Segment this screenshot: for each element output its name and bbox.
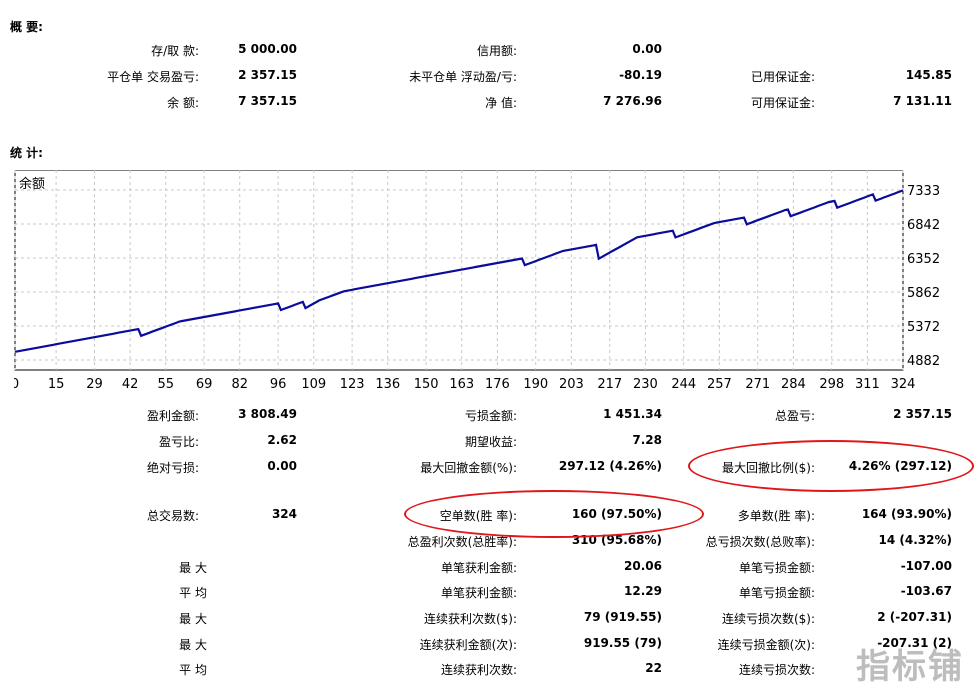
x-tick-label: 163: [449, 377, 474, 392]
x-tick-label: 109: [301, 377, 326, 392]
summary-value: 0.00: [632, 42, 662, 56]
chart-title: 余额: [19, 176, 45, 192]
stats-label: 单笔获利金额:: [440, 586, 517, 600]
stats-label: 绝对亏损:: [146, 461, 199, 475]
stats-label: 总交易数:: [146, 509, 199, 523]
highlight-ellipse-max-drawdown-ratio: [688, 440, 974, 492]
x-tick-label: 123: [340, 377, 365, 392]
stats-label: 连续亏损金额(次):: [717, 638, 815, 652]
stats-label: 单笔亏损金额:: [738, 561, 815, 575]
stats-value: 14 (4.32%): [878, 533, 952, 547]
y-tick-label: 7333: [907, 184, 940, 199]
stats-label: 最 大: [179, 612, 207, 626]
stats-label: 连续获利金额(次):: [419, 638, 517, 652]
summary-value: 7 276.96: [603, 94, 662, 108]
stats-label: 最 大: [179, 638, 207, 652]
stats-value: 1 451.34: [603, 407, 662, 421]
x-tick-label: 271: [745, 377, 770, 392]
stats-value: 324: [271, 507, 297, 521]
summary-title: 概 要:: [10, 20, 43, 34]
x-tick-label: 176: [485, 377, 510, 392]
summary-label: 信用额:: [476, 44, 517, 58]
y-tick-label: 5372: [907, 320, 940, 335]
stats-value: 297.12 (4.26%): [558, 459, 662, 473]
x-tick-label: 55: [157, 377, 174, 392]
stats-label: 平 均: [179, 663, 207, 677]
stats-value: 79 (919.55): [583, 610, 662, 624]
stats-label: 连续亏损次数:: [738, 663, 815, 677]
stats-label: 单笔获利金额:: [440, 561, 517, 575]
x-tick-label: 244: [671, 377, 696, 392]
summary-value: 7 357.15: [238, 94, 297, 108]
x-tick-label: 29: [86, 377, 103, 392]
summary-label: 平仓单 交易盈亏:: [107, 70, 199, 84]
x-tick-label: 203: [559, 377, 584, 392]
stats-value: 164 (93.90%): [861, 507, 952, 521]
stats-value: 7.28: [632, 433, 662, 447]
stats-label: 期望收益:: [464, 435, 517, 449]
x-tick-label: 230: [633, 377, 658, 392]
stats-value: 22: [645, 661, 662, 675]
summary-value: 5 000.00: [238, 42, 297, 56]
y-tick-label: 6842: [907, 218, 940, 233]
summary-label: 可用保证金:: [750, 96, 815, 110]
x-tick-label: 324: [891, 377, 916, 392]
stats-label: 总亏损次数(总败率):: [705, 535, 815, 549]
x-tick-label: 96: [270, 377, 287, 392]
x-tick-label: 257: [707, 377, 732, 392]
summary-value: -80.19: [619, 68, 662, 82]
summary-label: 净 值:: [485, 96, 517, 110]
x-tick-label: 136: [375, 377, 400, 392]
stats-value: -103.67: [900, 584, 952, 598]
x-tick-label: 190: [523, 377, 548, 392]
stats-label: 最大回撤金额(%):: [420, 461, 517, 475]
stats-label: 多单数(胜 率):: [737, 509, 815, 523]
y-tick-label: 6352: [907, 252, 940, 267]
stats-value: 2 357.15: [893, 407, 952, 421]
stats-label: 盈亏比:: [158, 435, 199, 449]
summary-label: 未平仓单 浮动盈/亏:: [409, 70, 517, 84]
stats-value: 2 (-207.31): [877, 610, 952, 624]
summary-label: 余 额:: [167, 96, 199, 110]
x-tick-label: 217: [597, 377, 622, 392]
stats-value: 0.00: [267, 459, 297, 473]
stats-value: 919.55 (79): [583, 636, 662, 650]
x-tick-label: 42: [122, 377, 139, 392]
y-tick-label: 5862: [907, 286, 940, 301]
summary-value: 145.85: [905, 68, 952, 82]
stats-label: 连续获利次数:: [440, 663, 517, 677]
stats-label: 单笔亏损金额:: [738, 586, 815, 600]
x-tick-label: 0: [14, 377, 19, 392]
stats-value: 20.06: [624, 559, 662, 573]
y-tick-label: 4882: [907, 354, 940, 369]
stats-label: 连续亏损次数($):: [721, 612, 815, 626]
x-tick-label: 69: [196, 377, 213, 392]
stats-label: 平 均: [179, 586, 207, 600]
balance-chart-svg: 4882 5372 5862 6352 6842 7333 0 15 29 42 55 69 82 96 1…: [11, 169, 940, 392]
x-tick-label: 150: [414, 377, 439, 392]
highlight-ellipse-short-orders: [404, 490, 704, 538]
stats-label: 亏损金额:: [464, 409, 517, 423]
summary-label: 已用保证金:: [750, 70, 815, 84]
watermark-logo: 指标铺: [856, 647, 964, 687]
x-tick-label: 284: [781, 377, 806, 392]
x-tick-label: 15: [48, 377, 65, 392]
x-tick-label: 311: [855, 377, 880, 392]
stats-label: 最 大: [179, 561, 207, 575]
balance-chart: 4882 5372 5862 6352 6842 7333 0 15 29 42 55 69 82 96 1…: [11, 169, 974, 400]
x-tick-label: 298: [819, 377, 844, 392]
stats-label: 盈利金额:: [146, 409, 199, 423]
stats-value: 3 808.49: [238, 407, 297, 421]
stats-title: 统 计:: [10, 146, 43, 160]
stats-label: 总盈亏:: [774, 409, 815, 423]
summary-value: 7 131.11: [893, 94, 952, 108]
summary-label: 存/取 款:: [151, 44, 199, 58]
x-tick-label: 82: [231, 377, 248, 392]
summary-value: 2 357.15: [238, 68, 297, 82]
stats-label: 连续获利次数($):: [423, 612, 517, 626]
stats-value: 2.62: [267, 433, 297, 447]
stats-value: 12.29: [624, 584, 662, 598]
stats-value: -107.00: [900, 559, 952, 573]
